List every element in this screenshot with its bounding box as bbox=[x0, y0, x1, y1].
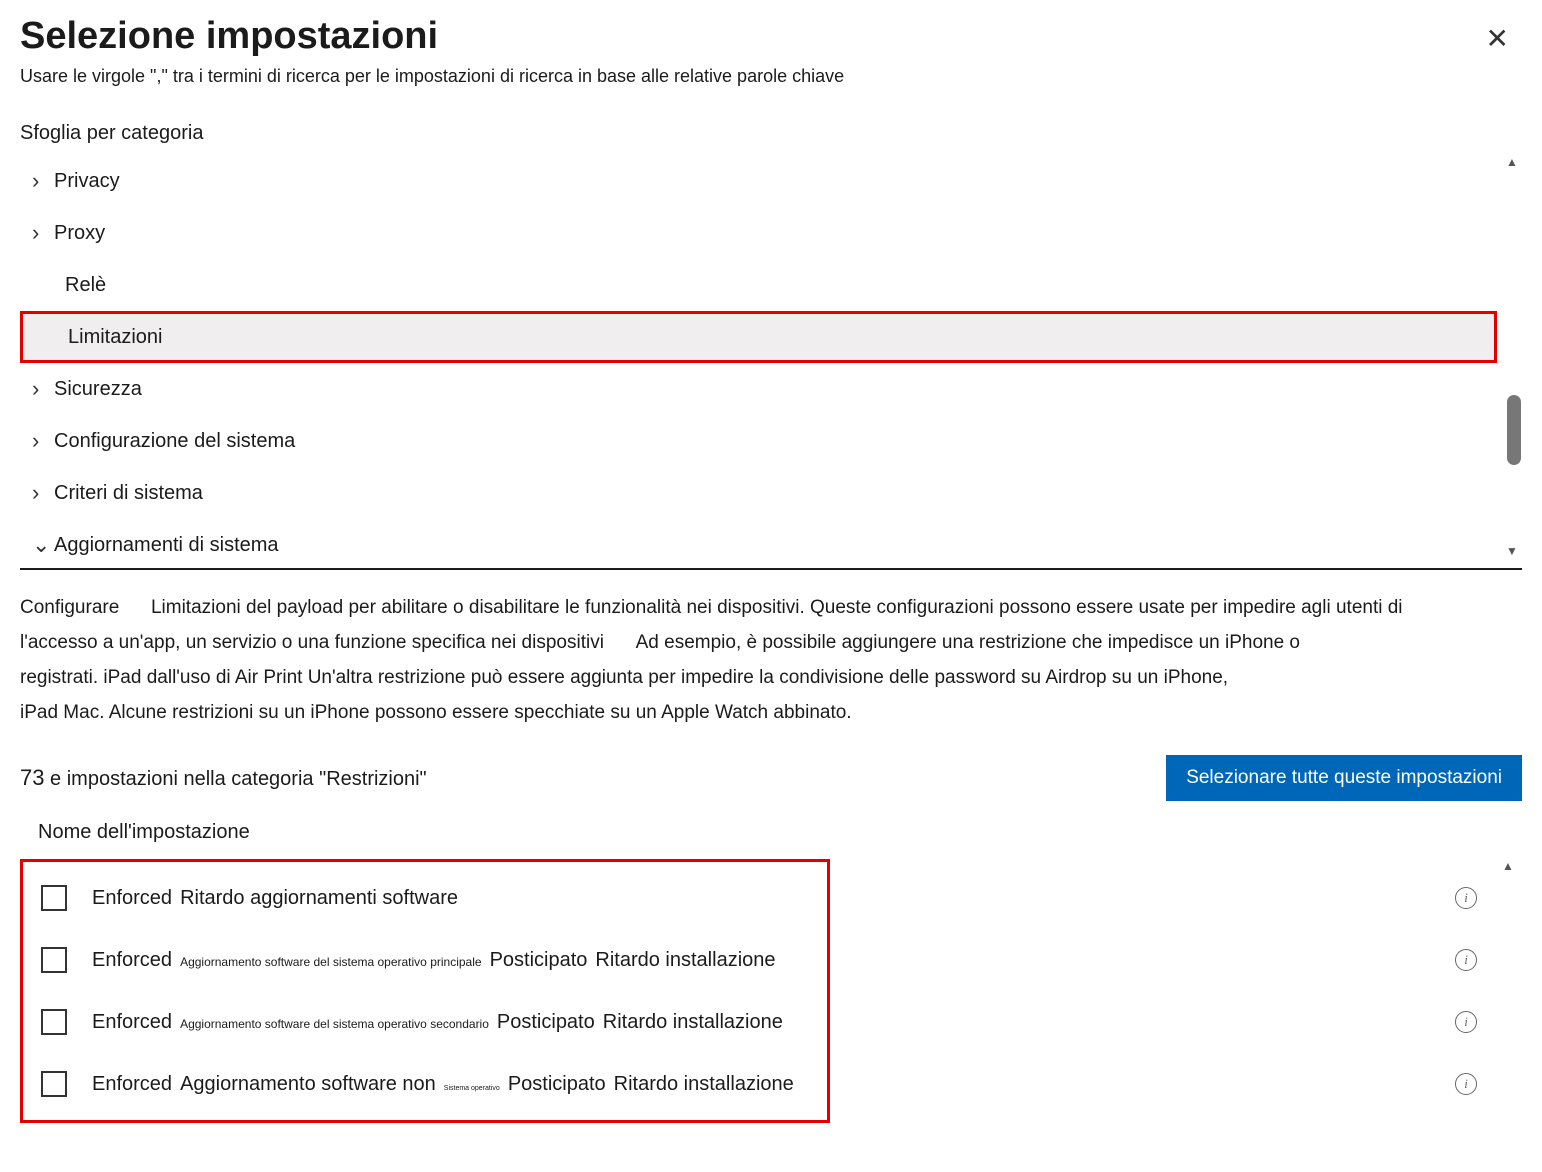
scroll-up-icon[interactable]: ▲ bbox=[1502, 859, 1522, 873]
settings-count: 73 e impostazioni nella categoria "Restr… bbox=[20, 765, 427, 791]
setting-label: EnforcedAggiornamento software nonSistem… bbox=[92, 1073, 794, 1096]
setting-label: EnforcedAggiornamento software del siste… bbox=[92, 949, 776, 972]
category-description: Configurare Limitazioni del payload per … bbox=[20, 590, 1522, 730]
chevron-right-icon: › bbox=[32, 428, 54, 454]
category-label: Sicurezza bbox=[54, 378, 142, 401]
setting-checkbox[interactable] bbox=[41, 885, 67, 911]
settings-scrollbar[interactable]: ▲ bbox=[1502, 859, 1522, 873]
settings-list-highlighted: EnforcedRitardo aggiornamenti softwareiE… bbox=[20, 859, 830, 1123]
category-item-sicurezza[interactable]: ›Sicurezza bbox=[20, 363, 1497, 415]
category-tree-panel: ›Privacy›ProxyRelèLimitazioni›Sicurezza›… bbox=[20, 155, 1522, 570]
info-icon[interactable]: i bbox=[1455, 1011, 1477, 1033]
category-label: Limitazioni bbox=[68, 326, 162, 349]
page-title: Selezione impostazioni bbox=[20, 15, 844, 58]
chevron-right-icon: › bbox=[32, 168, 54, 194]
category-item-aggiornamenti-di-sistema[interactable]: ⌄Aggiornamenti di sistema bbox=[20, 519, 1497, 570]
setting-checkbox[interactable] bbox=[41, 1071, 67, 1097]
category-scrollbar[interactable]: ▲ ▼ bbox=[1502, 155, 1522, 558]
category-item-privacy[interactable]: ›Privacy bbox=[20, 155, 1497, 207]
category-item-limitazioni[interactable]: Limitazioni bbox=[20, 311, 1497, 363]
chevron-right-icon: › bbox=[32, 376, 54, 402]
category-label: Proxy bbox=[54, 222, 105, 245]
setting-name-column-header: Nome dell'impostazione bbox=[38, 821, 1522, 844]
category-item-configurazione-del-sistema[interactable]: ›Configurazione del sistema bbox=[20, 415, 1497, 467]
chevron-down-icon: ⌄ bbox=[32, 532, 54, 558]
chevron-right-icon: › bbox=[32, 480, 54, 506]
setting-checkbox[interactable] bbox=[41, 947, 67, 973]
setting-row: EnforcedAggiornamento software del siste… bbox=[23, 929, 827, 991]
setting-row: EnforcedRitardo aggiornamenti softwarei bbox=[23, 867, 827, 929]
category-label: Aggiornamenti di sistema bbox=[54, 534, 279, 557]
setting-row: EnforcedAggiornamento software del siste… bbox=[23, 991, 827, 1053]
setting-label: EnforcedRitardo aggiornamenti software bbox=[92, 887, 458, 910]
scroll-thumb[interactable] bbox=[1507, 395, 1521, 465]
scroll-down-icon[interactable]: ▼ bbox=[1506, 544, 1518, 558]
category-label: Relè bbox=[65, 274, 106, 297]
setting-row: EnforcedAggiornamento software nonSistem… bbox=[23, 1053, 827, 1115]
category-label: Privacy bbox=[54, 170, 120, 193]
select-all-button[interactable]: Selezionare tutte queste impostazioni bbox=[1166, 755, 1522, 801]
setting-checkbox[interactable] bbox=[41, 1009, 67, 1035]
page-subtitle: Usare le virgole "," tra i termini di ri… bbox=[20, 66, 844, 87]
browse-by-category-label: Sfoglia per categoria bbox=[20, 122, 1522, 145]
info-icon[interactable]: i bbox=[1455, 1073, 1477, 1095]
scroll-up-icon[interactable]: ▲ bbox=[1506, 155, 1518, 169]
setting-label: EnforcedAggiornamento software del siste… bbox=[92, 1011, 783, 1034]
info-icon[interactable]: i bbox=[1455, 949, 1477, 971]
category-label: Criteri di sistema bbox=[54, 482, 203, 505]
category-item-criteri-di-sistema[interactable]: ›Criteri di sistema bbox=[20, 467, 1497, 519]
info-icon[interactable]: i bbox=[1455, 887, 1477, 909]
close-icon[interactable]: ✕ bbox=[1481, 20, 1514, 58]
category-label: Configurazione del sistema bbox=[54, 430, 295, 453]
category-item-relè[interactable]: Relè bbox=[20, 259, 1497, 311]
category-item-proxy[interactable]: ›Proxy bbox=[20, 207, 1497, 259]
chevron-right-icon: › bbox=[32, 220, 54, 246]
